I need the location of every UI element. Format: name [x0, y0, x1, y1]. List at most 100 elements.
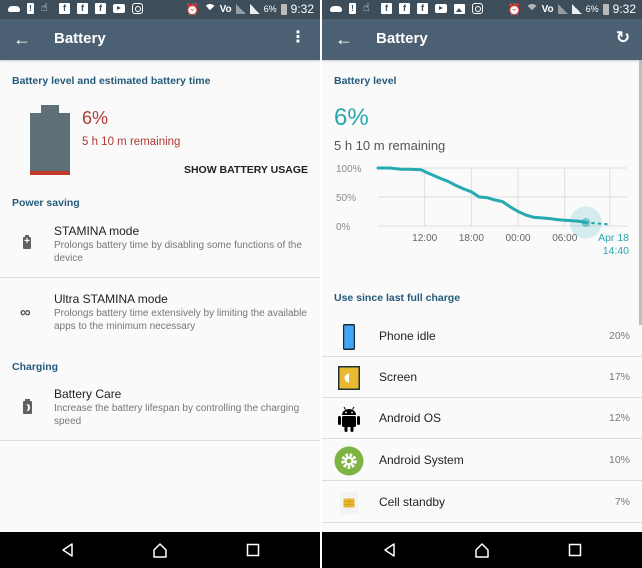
usage-percent: 17% — [608, 371, 630, 383]
setting-title: STAMINA mode — [54, 224, 140, 238]
divider — [0, 440, 320, 441]
battery-percent: 6% — [585, 4, 599, 14]
setting-title: Battery Care — [54, 387, 122, 401]
usage-name: Android System — [379, 453, 464, 467]
volte-icon: Vo — [219, 3, 232, 15]
section-charging-label: Charging — [12, 361, 59, 373]
setting-stamina-mode[interactable]: STAMINA mode Prolongs battery time by di… — [0, 215, 320, 277]
battery-icon — [602, 3, 609, 15]
navigation-bar — [0, 532, 320, 568]
usage-item-cell-standby[interactable]: Cell standby 7% — [322, 482, 642, 523]
nav-home-icon[interactable] — [152, 542, 168, 558]
section-power-saving-label: Power saving — [12, 197, 80, 209]
nav-back-icon[interactable] — [60, 542, 76, 558]
y-tick-label: 50% — [336, 193, 356, 204]
cloud-icon — [330, 5, 342, 12]
setting-description: Increase the battery lifespan by control… — [54, 403, 300, 427]
screen-brightness-icon — [338, 366, 360, 390]
instagram-icon — [132, 3, 143, 14]
setting-title: Ultra STAMINA mode — [54, 292, 168, 306]
facebook-icon: f — [417, 3, 428, 14]
divider — [322, 438, 642, 439]
page-title: Battery — [376, 30, 428, 47]
system-icons: ⏰ Vo 6% 9:32 — [186, 2, 314, 16]
current-time-label: 14:40 — [603, 245, 629, 257]
notification-icons: ! ☝ f f f — [8, 3, 143, 14]
hand-icon: ☝ — [41, 2, 48, 14]
arrow-back-icon[interactable]: ← — [13, 29, 31, 49]
y-tick-label: 0% — [336, 222, 351, 233]
divider — [322, 480, 642, 481]
battery-percent: 6% — [263, 4, 277, 14]
android-icon — [338, 406, 360, 432]
android-system-gear-icon — [334, 446, 364, 476]
refresh-icon[interactable]: ↻ — [616, 28, 630, 48]
usage-item-android-system[interactable]: Android System 10% — [322, 440, 642, 481]
facebook-icon: f — [399, 3, 410, 14]
alarm-icon: ⏰ — [507, 3, 522, 16]
volte-icon: Vo — [541, 3, 554, 15]
show-battery-usage-button[interactable]: SHOW BATTERY USAGE — [184, 164, 308, 176]
battery-level-line — [376, 166, 588, 224]
battery-body — [30, 113, 70, 175]
youtube-icon — [113, 4, 125, 13]
cloud-icon — [8, 5, 20, 12]
usage-item-screen[interactable]: Screen 17% — [322, 357, 642, 398]
status-bar: ! ☝ f f f ⏰ Vo 6% 9:32 — [322, 0, 642, 19]
battery-cap — [41, 105, 59, 113]
wifi-icon — [203, 4, 216, 14]
alarm-icon: ⏰ — [185, 3, 200, 16]
battery-icon — [280, 3, 287, 15]
battery-percent-text: 6% — [334, 104, 369, 131]
signal-icon — [571, 4, 582, 14]
usage-name: Cell standby — [379, 495, 446, 509]
overflow-menu-icon[interactable]: ⋮ — [290, 28, 306, 48]
nav-recents-icon[interactable] — [567, 542, 583, 558]
facebook-icon: f — [77, 3, 88, 14]
signal-icon — [557, 4, 568, 14]
current-date-label: Apr 18 — [598, 232, 629, 244]
x-tick-label: 12:00 — [412, 233, 437, 244]
x-tick-label: 00:00 — [506, 233, 531, 244]
divider — [322, 522, 642, 523]
facebook-icon: f — [95, 3, 106, 14]
usage-percent: 20% — [608, 330, 630, 342]
instagram-icon — [472, 3, 483, 14]
battery-percent-text: 6% — [82, 108, 109, 128]
app-toolbar: ← Battery ↻ — [322, 19, 642, 60]
nav-home-icon[interactable] — [474, 542, 490, 558]
system-icons: ⏰ Vo 6% 9:32 — [508, 2, 636, 16]
remaining-time-text: 5 h 10 m remaining — [334, 138, 446, 153]
arrow-back-icon[interactable]: ← — [335, 29, 353, 49]
wifi-icon — [525, 4, 538, 14]
usage-percent: 12% — [608, 412, 630, 424]
nav-back-icon[interactable] — [382, 542, 398, 558]
nav-recents-icon[interactable] — [245, 542, 261, 558]
usage-item-android-os[interactable]: Android OS 12% — [322, 398, 642, 439]
usage-name: Phone idle — [379, 329, 436, 343]
section-battery-level-label: Battery level and estimated battery time — [12, 75, 211, 87]
facebook-icon: f — [381, 3, 392, 14]
usage-name: Screen — [379, 370, 418, 384]
app-toolbar: ← Battery ⋮ — [0, 19, 320, 60]
usage-percent: 7% — [614, 496, 630, 508]
setting-description: Prolongs battery time extensively by lim… — [54, 308, 307, 332]
battery-care-icon — [23, 399, 32, 414]
usage-percent: 10% — [608, 454, 630, 466]
setting-ultra-stamina-mode[interactable]: ∞ Ultra STAMINA mode Prolongs battery ti… — [0, 278, 320, 348]
usage-item-phone-idle[interactable]: Phone idle 20% — [322, 316, 642, 357]
sim-card-icon — [340, 492, 358, 514]
infinity-icon: ∞ — [20, 304, 31, 321]
notification-icons: ! ☝ f f f — [330, 3, 483, 14]
y-tick-label: 100% — [336, 164, 362, 175]
youtube-icon — [435, 4, 447, 13]
current-level-marker — [581, 218, 591, 228]
clock: 9:32 — [290, 2, 314, 16]
battery-usage-screen: ! ☝ f f f ⏰ Vo 6% 9:32 ← Battery ↻ Batte… — [322, 0, 642, 568]
signal-icon — [235, 4, 246, 14]
setting-battery-care[interactable]: Battery Care Increase the battery lifesp… — [0, 378, 320, 440]
phone-idle-icon — [343, 324, 355, 350]
battery-history-chart[interactable]: 100% 50% 0% 12:00 18:00 00:00 06:00 Apr 1814:40 — [322, 158, 642, 258]
clock: 9:32 — [612, 2, 636, 16]
remaining-time-text: 5 h 10 m remaining — [82, 136, 181, 148]
